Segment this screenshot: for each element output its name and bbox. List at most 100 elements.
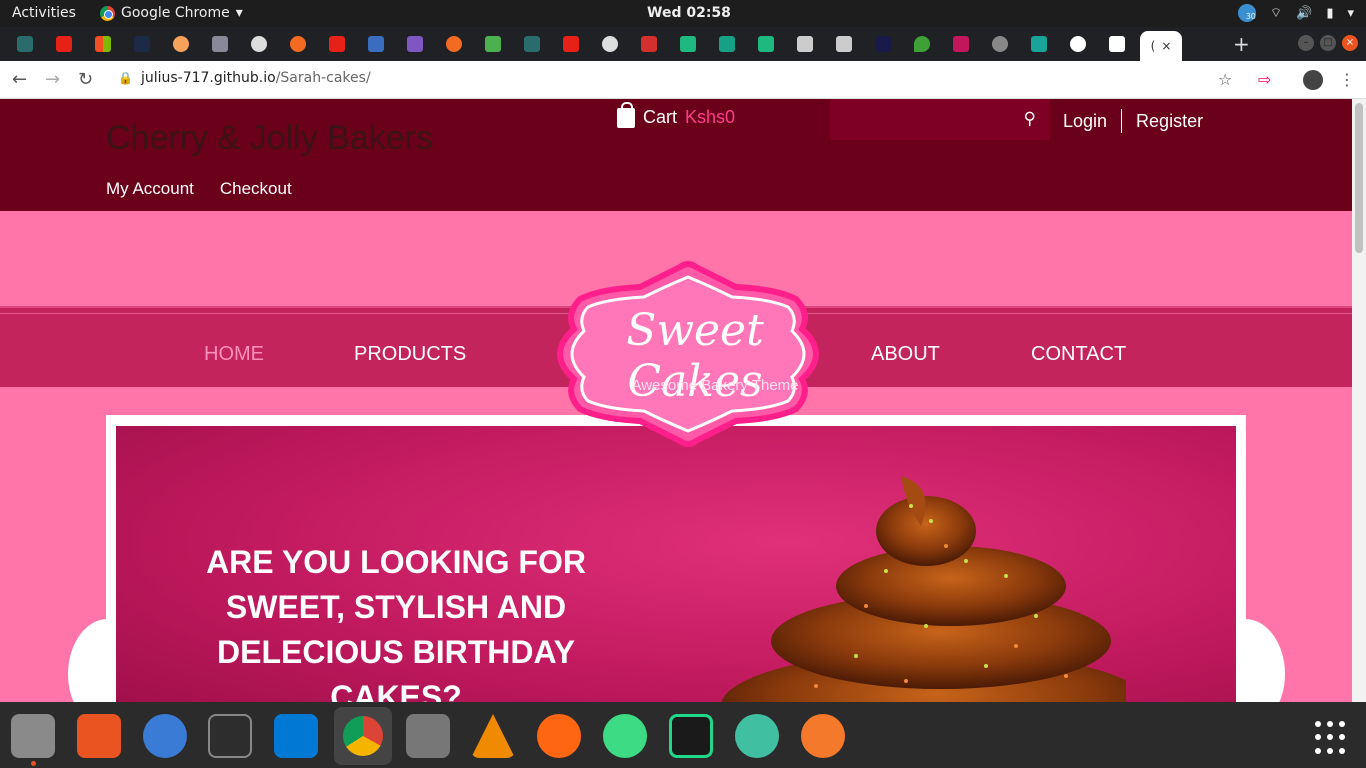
tab[interactable] [287,33,309,55]
menu-kebab-icon[interactable]: ⋮ [1339,70,1355,89]
tab[interactable] [92,33,114,55]
page-scrollbar[interactable] [1352,99,1366,702]
nav-about[interactable]: ABOUT [871,343,940,366]
update-indicator-icon[interactable]: 30 [1237,4,1256,22]
tab[interactable] [794,33,816,55]
search-input[interactable]: ⚲ [830,99,1050,140]
minimize-button[interactable]: – [1298,35,1314,51]
help-icon[interactable] [143,714,187,758]
tab[interactable] [326,33,348,55]
close-icon[interactable]: × [1161,39,1171,53]
tab[interactable] [833,33,855,55]
reload-button[interactable]: ↻ [78,69,93,90]
tab[interactable] [482,33,504,55]
software-center-icon[interactable] [77,714,121,758]
terminal-icon[interactable] [208,714,252,758]
logo-tagline: Awesome Bakery Theme [631,377,799,394]
tab[interactable] [365,33,387,55]
my-account-link[interactable]: My Account [106,179,194,199]
account-links: My Account Checkout [106,179,292,199]
blender-icon[interactable] [801,714,845,758]
tab[interactable] [755,33,777,55]
activities-button[interactable]: Activities [12,5,76,21]
heroku-icon [407,36,423,52]
lock-icon: 🔒 [118,71,133,85]
register-link[interactable]: Register [1136,111,1203,132]
tab[interactable] [638,33,660,55]
address-bar-row: ← → ↻ 🔒 julius-717.github.io/Sarah-cakes/… [0,61,1366,99]
tab[interactable] [443,33,465,55]
pen-icon [368,36,384,52]
cart-link[interactable]: Cart Kshs0 [617,101,735,128]
tab[interactable] [521,33,543,55]
nav-contact[interactable]: CONTACT [1031,343,1126,366]
cupcake-image [721,476,1126,702]
firefox-icon[interactable] [537,714,581,758]
android-studio-icon[interactable] [603,714,647,758]
system-tray[interactable]: 30 ⌔ 🔊 ▮ ▾ [1237,4,1354,22]
tab[interactable] [911,33,933,55]
nav-home[interactable]: HOME [204,343,264,366]
app-menu[interactable]: Google Chrome ▾ [100,5,243,21]
tab[interactable] [599,33,621,55]
chevron-down-icon: ▾ [235,5,243,21]
bookmark-star-icon[interactable]: ☆ [1218,70,1232,89]
pycharm-icon[interactable] [669,714,713,758]
microsoft-icon [95,36,111,52]
tab[interactable] [404,33,426,55]
system-top-bar: Activities Google Chrome ▾ Wed 02:58 30 … [0,0,1366,27]
chrome-dock-icon[interactable] [334,707,392,765]
url-field[interactable]: 🔒 julius-717.github.io/Sarah-cakes/ [118,70,371,86]
tab[interactable] [248,33,270,55]
tab[interactable] [677,33,699,55]
extension-icon[interactable]: ⇨ [1258,70,1271,89]
battery-icon: ▮ [1326,5,1334,21]
tab[interactable] [1106,33,1128,55]
url-host: julius-717.github.io [140,70,276,86]
youtube-icon [563,36,579,52]
tab[interactable] [989,33,1011,55]
site-header: Cherry & Jolly Bakers My Account Checkou… [0,99,1352,211]
active-tab-label: ( [1150,39,1156,53]
tab-strip: ( × + – □ × [0,27,1366,61]
github-icon [251,36,267,52]
tab[interactable] [872,33,894,55]
checkout-link[interactable]: Checkout [220,179,292,199]
search-icon[interactable]: ⚲ [1024,109,1036,129]
tab[interactable] [170,33,192,55]
tab[interactable] [209,33,231,55]
github-icon [602,36,618,52]
tab[interactable] [560,33,582,55]
settings-tools-icon[interactable] [406,714,450,758]
tab[interactable] [1067,33,1089,55]
tab[interactable] [131,33,153,55]
cart-label: Cart [643,107,678,127]
maximize-button[interactable]: □ [1320,35,1336,51]
show-applications-icon[interactable] [1315,721,1349,755]
vscode-icon[interactable] [274,714,318,758]
medium-icon [1109,36,1125,52]
active-tab[interactable]: ( × [1140,31,1182,61]
close-window-button[interactable]: × [1342,35,1358,51]
login-link[interactable]: Login [1063,111,1107,132]
tab[interactable] [53,33,75,55]
new-tab-button[interactable]: + [1233,32,1250,56]
nav-products[interactable]: PRODUCTS [354,343,466,366]
tab[interactable] [14,33,36,55]
files-icon[interactable] [11,714,55,766]
tab[interactable] [716,33,738,55]
scrollbar-thumb[interactable] [1355,103,1363,253]
brand-title[interactable]: Cherry & Jolly Bakers [106,119,433,158]
atom-icon[interactable] [735,714,779,758]
clock[interactable]: Wed 02:58 [647,5,731,21]
tab[interactable] [950,33,972,55]
back-button[interactable]: ← [12,69,27,90]
vlc-icon[interactable] [471,714,515,758]
forward-button[interactable]: → [45,69,60,90]
site-icon [797,36,813,52]
tab[interactable] [1028,33,1050,55]
volume-icon: 🔊 [1296,5,1313,21]
profile-avatar[interactable] [1303,70,1323,90]
code-icon [875,36,891,52]
window-controls: – □ × [1298,35,1358,51]
